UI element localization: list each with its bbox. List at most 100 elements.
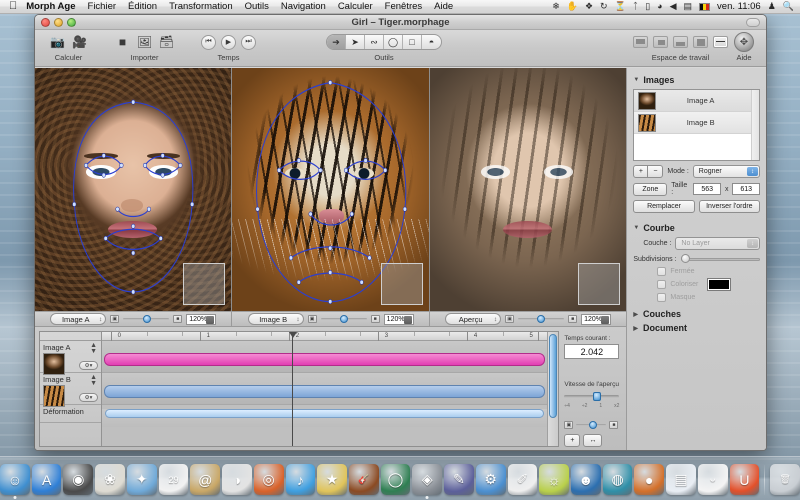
timeline-lane-image-b[interactable] — [102, 373, 548, 405]
tools-segmented-control[interactable]: ➔ ➤ ∾ ◯ □ ◓ — [326, 34, 442, 50]
pane-preview-zoom-field[interactable]: 120% — [581, 313, 612, 325]
rewind-icon[interactable]: ⏮ — [201, 34, 216, 50]
size-width-field[interactable]: 563 — [693, 183, 721, 195]
subdivisions-slider[interactable] — [680, 254, 760, 264]
layout-3-icon[interactable] — [673, 36, 688, 48]
navigator-thumbnail-preview[interactable] — [578, 263, 621, 306]
dock-item-textedit[interactable]: ✐ — [507, 464, 538, 495]
timeline-playhead[interactable] — [288, 332, 297, 446]
track-header-deformation[interactable]: Déformation — [40, 405, 101, 423]
pane-preview-zoom-slider[interactable] — [518, 315, 565, 324]
menu-item-edition[interactable]: Édition — [128, 1, 157, 12]
disclosure-triangle-closed-document-icon[interactable]: ▶ — [633, 325, 638, 332]
menu-item-calculer[interactable]: Calculer — [338, 1, 373, 12]
mode-popup[interactable]: Rogner ↕ — [692, 165, 760, 178]
pane-b-zoom-dropdown-icon[interactable] — [403, 315, 412, 324]
zoom-button[interactable] — [67, 17, 76, 27]
timeline-scroll-horizontal[interactable] — [105, 409, 545, 418]
section-header-images[interactable]: ▼ Images — [633, 75, 760, 85]
pane-b-source-popup[interactable]: Image B — [247, 313, 304, 326]
checkbox-fermee[interactable]: Fermée — [657, 267, 760, 276]
dock-item-safari[interactable]: ✦ — [126, 464, 157, 495]
fit-screen-icon-preview[interactable]: ■ — [568, 315, 578, 324]
image-list[interactable]: Image A Image B — [633, 89, 760, 161]
timeline-clip-image-b[interactable] — [104, 385, 546, 398]
close-button[interactable] — [41, 17, 50, 27]
sync-icon[interactable]: ↻ — [600, 2, 608, 11]
dock-item-quicktime[interactable]: ◯ — [380, 464, 411, 495]
menu-item-aide[interactable]: Aide — [434, 1, 453, 12]
timeline-scroll-vertical[interactable] — [547, 332, 559, 446]
timeline-tracks[interactable]: 0 1 2 3 4 5 — [102, 332, 548, 446]
dock-item-globe[interactable]: ◍ — [602, 464, 633, 495]
track-reorder-icon-b[interactable]: ▲ ▼ — [90, 374, 97, 388]
dock-item-trash[interactable]: 🗑 — [770, 464, 800, 495]
hand-icon[interactable]: ✋ — [567, 2, 578, 11]
timeline-zoom-slider[interactable] — [576, 421, 607, 429]
timeline-lane-deformation[interactable] — [102, 409, 548, 427]
fit-width-icon-b[interactable]: ▣ — [307, 315, 317, 324]
curve-tool-icon[interactable]: ∾ — [365, 35, 384, 49]
camera-icon[interactable]: 📷 — [49, 34, 66, 50]
image-list-scrollbar[interactable] — [751, 90, 759, 160]
pane-a-zoom-slider[interactable] — [123, 315, 170, 324]
arrow-point-tool-icon[interactable]: ➤ — [346, 35, 365, 49]
size-height-field[interactable]: 613 — [732, 183, 760, 195]
menu-item-outils[interactable]: Outils — [245, 1, 269, 12]
layout-5-icon[interactable] — [713, 36, 728, 48]
add-image-button[interactable]: + — [633, 165, 649, 178]
film-icon[interactable]: 🎥 — [71, 34, 88, 50]
search-icon[interactable]: 🔍 — [783, 2, 794, 11]
user-icon[interactable]: ♟ — [768, 2, 776, 11]
curve-color-swatch[interactable] — [707, 278, 732, 291]
remove-image-button[interactable]: − — [648, 165, 664, 178]
disclosure-triangle-closed-couches-icon[interactable]: ▶ — [633, 311, 638, 318]
track-header-image-a[interactable]: Image A ▲ ▼ ⚙▾ — [40, 341, 101, 375]
dock-item-finder[interactable]: ☺ — [0, 464, 30, 499]
layout-1-icon[interactable] — [633, 36, 648, 48]
dock-item-magnet-app[interactable]: U — [729, 464, 760, 495]
track-reorder-icon-a[interactable]: ▲ ▼ — [90, 342, 97, 356]
current-time-field[interactable]: 2.042 — [564, 344, 620, 359]
track-header-image-b[interactable]: Image B ▲ ▼ ⚙▾ — [40, 373, 101, 407]
ellipse-tool-icon[interactable]: ◯ — [384, 35, 403, 49]
menu-item-fenetres[interactable]: Fenêtres — [385, 1, 423, 12]
section-header-courbe[interactable]: ▼ Courbe — [633, 223, 760, 233]
pane-a-zoom-dropdown-icon[interactable] — [206, 315, 215, 324]
dock-item-app-store[interactable]: A — [31, 464, 62, 495]
volume-icon[interactable]: ◀ — [670, 2, 677, 11]
checkbox-masque-box[interactable] — [657, 293, 667, 302]
mask-tool-icon[interactable]: ◓ — [422, 35, 441, 49]
fit-width-icon-a[interactable]: ▣ — [110, 315, 120, 324]
image-list-row-b[interactable]: Image B — [634, 112, 759, 134]
navigator-thumbnail-a[interactable] — [183, 263, 226, 306]
layout-4-icon[interactable] — [693, 36, 708, 48]
dock-item-imovie[interactable]: ★ — [317, 464, 347, 495]
layer-popup[interactable]: No Layer ↕ — [675, 237, 760, 250]
belgium-flag-icon[interactable] — [699, 2, 711, 11]
arrow-tool-icon[interactable]: ➔ — [327, 35, 346, 49]
track-options-button-b[interactable]: ⚙▾ — [79, 393, 98, 402]
import-pair-icon[interactable]: 🖼 — [136, 34, 153, 50]
pane-image-b[interactable] — [232, 68, 430, 312]
invert-order-button[interactable]: Inverser l'ordre — [698, 200, 761, 213]
fit-width-icon-preview[interactable]: ▣ — [505, 315, 515, 324]
timeline-zoom-in-icon[interactable]: ■ — [609, 421, 619, 429]
dock-item-calendar[interactable]: 29 — [158, 464, 189, 495]
dock-item-photo-booth[interactable]: ◎ — [253, 464, 284, 495]
timemachine-icon[interactable]: ⏳ — [615, 2, 626, 11]
minimize-button[interactable] — [54, 17, 63, 27]
dock-item-morph-age[interactable]: ◈ — [412, 464, 443, 499]
pane-a-zoom-field[interactable]: 120% — [186, 313, 217, 325]
apple-icon[interactable]:  — [9, 1, 17, 12]
window-title-bar[interactable]: Girl – Tiger.morphage — [35, 15, 766, 30]
dock-item-basketball[interactable]: ● — [634, 464, 665, 495]
forward-icon[interactable]: ⏭ — [241, 34, 256, 50]
checkbox-masque[interactable]: Masque — [657, 293, 760, 302]
puzzle-icon[interactable]: ❖ — [585, 2, 593, 11]
timeline-fit-button[interactable]: ↔ — [583, 434, 603, 447]
timeline-clip-image-a[interactable] — [104, 353, 546, 366]
menu-item-transformation[interactable]: Transformation — [169, 1, 233, 12]
battery-icon[interactable]: ▤ — [684, 2, 693, 11]
fit-screen-icon-b[interactable]: ■ — [370, 315, 380, 324]
